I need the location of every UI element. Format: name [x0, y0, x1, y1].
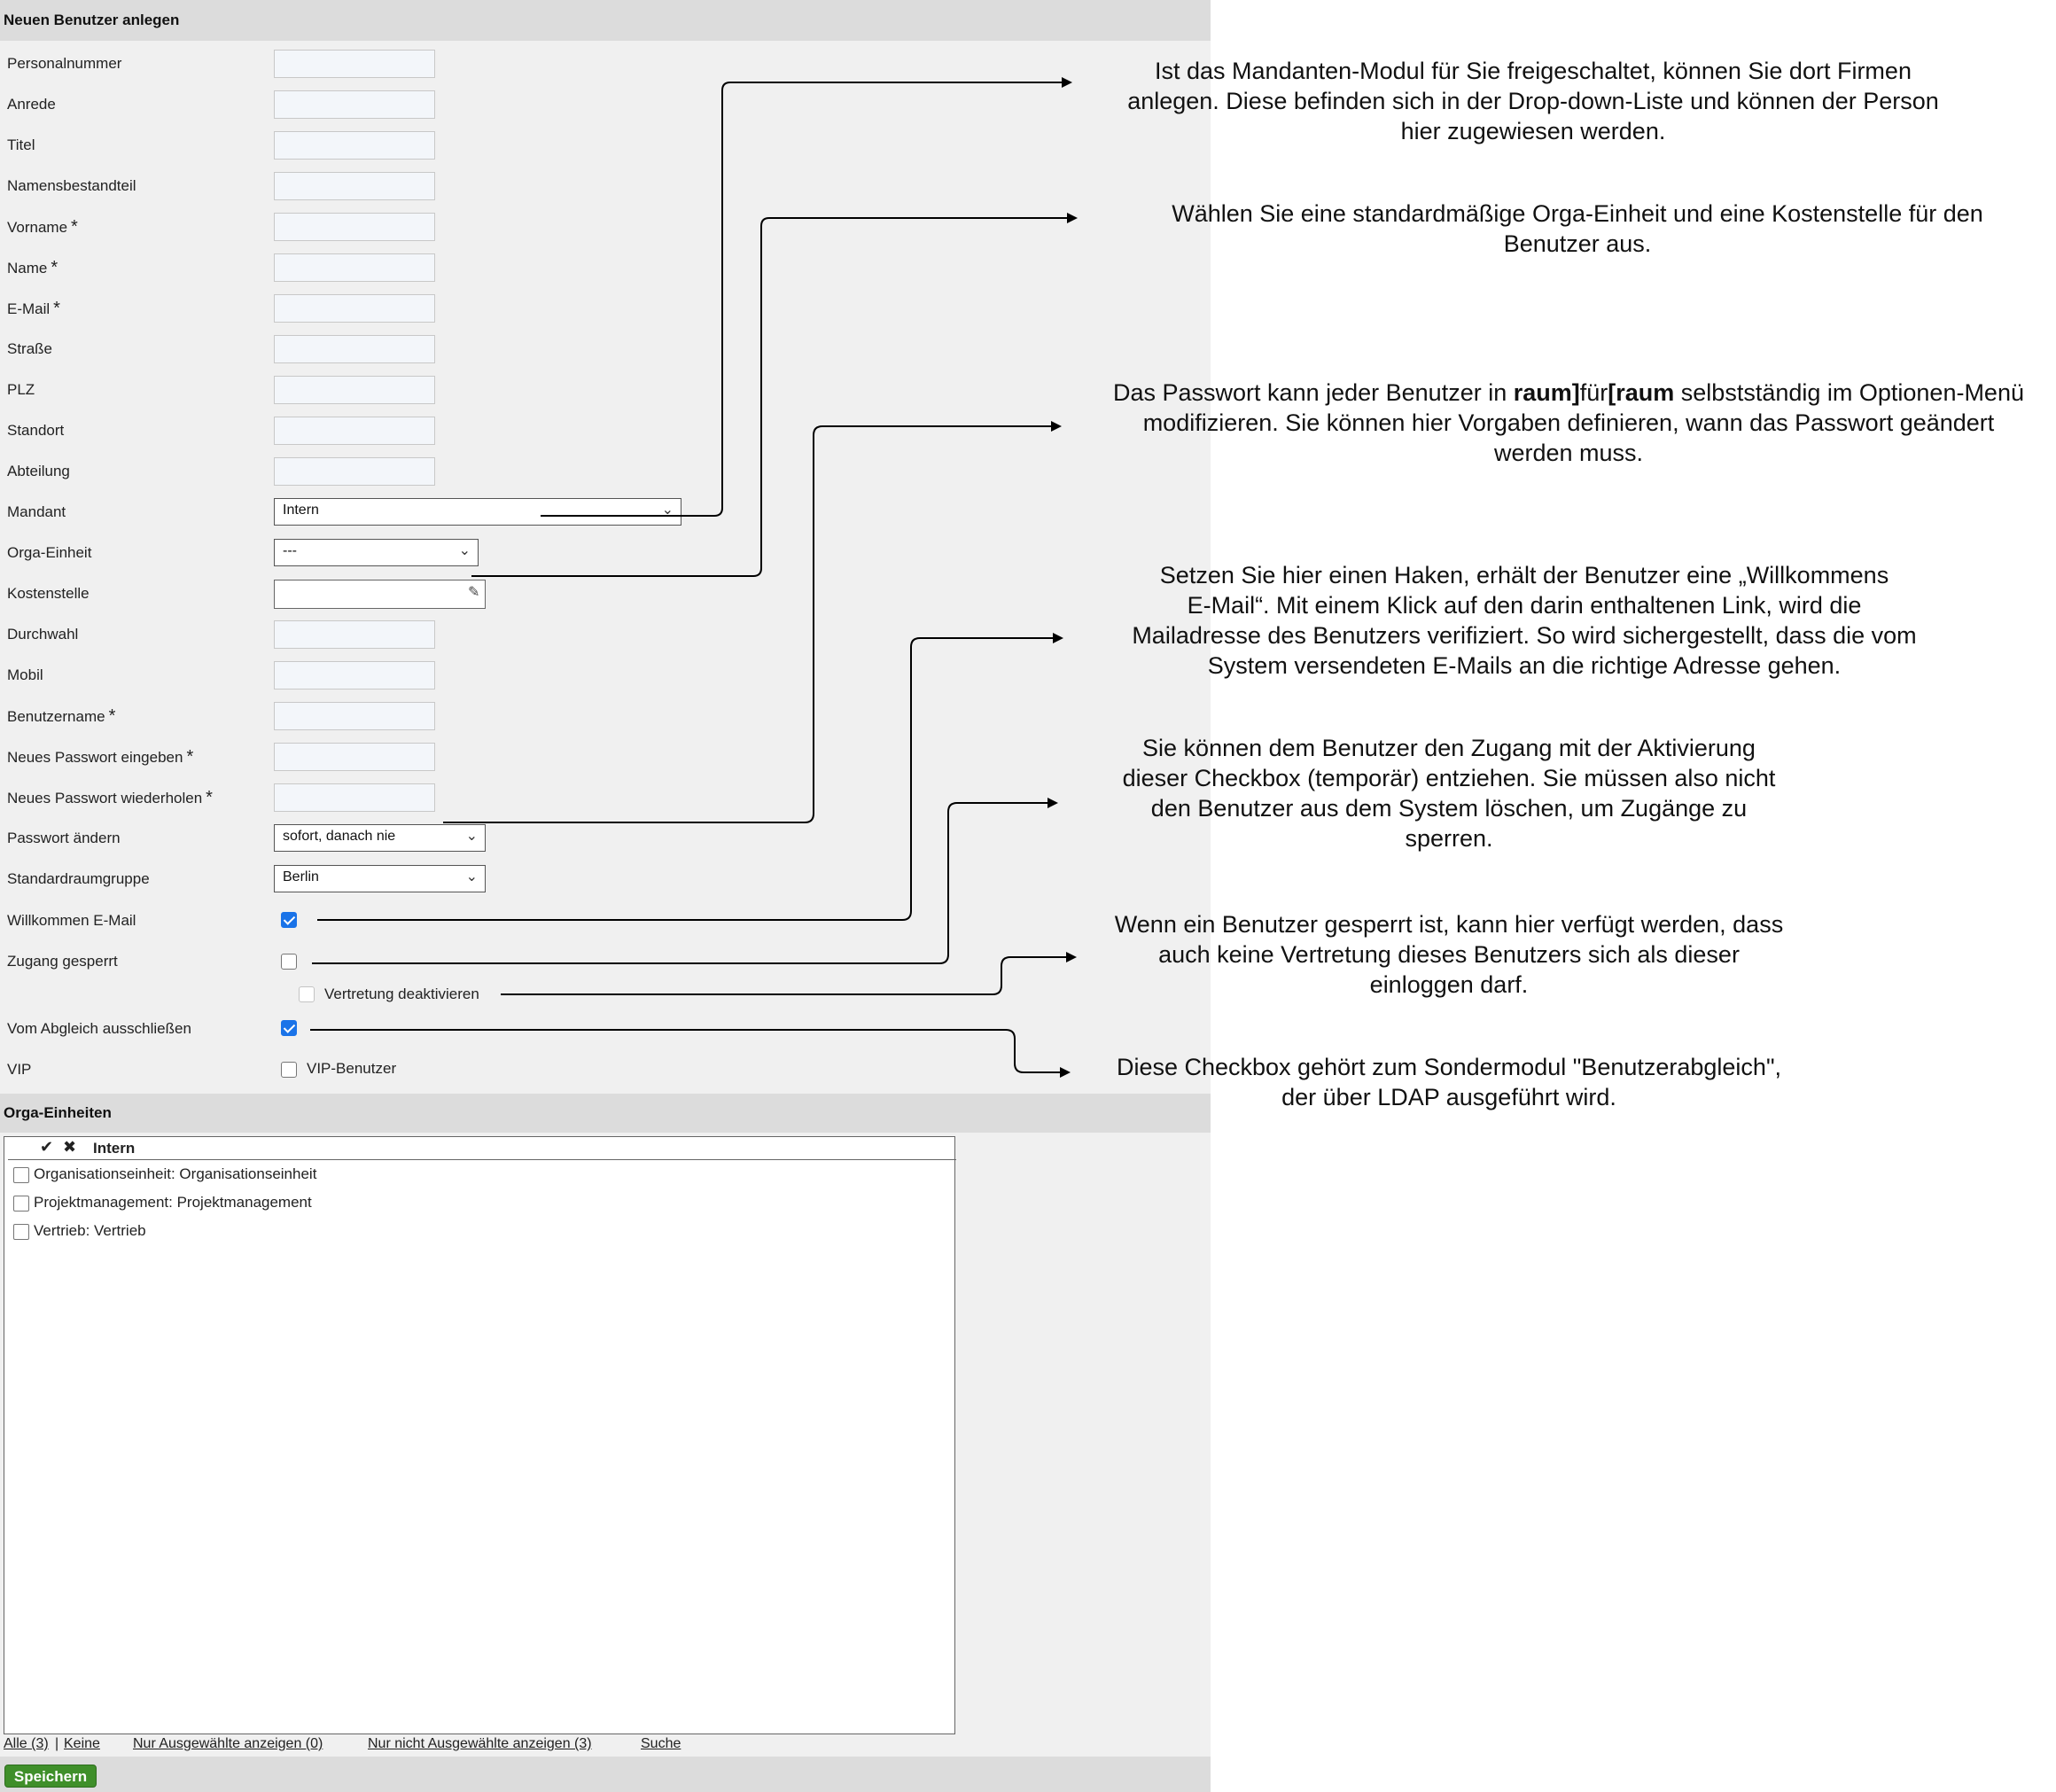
connector-mandant: [541, 77, 1072, 517]
connector-orga: [471, 213, 1078, 577]
connector-lines: [310, 77, 1078, 1078]
connector-lock: [312, 798, 1058, 964]
connector-password: [443, 421, 1062, 823]
connector-welcome: [317, 633, 1063, 921]
connector-ldap: [310, 1029, 1071, 1078]
